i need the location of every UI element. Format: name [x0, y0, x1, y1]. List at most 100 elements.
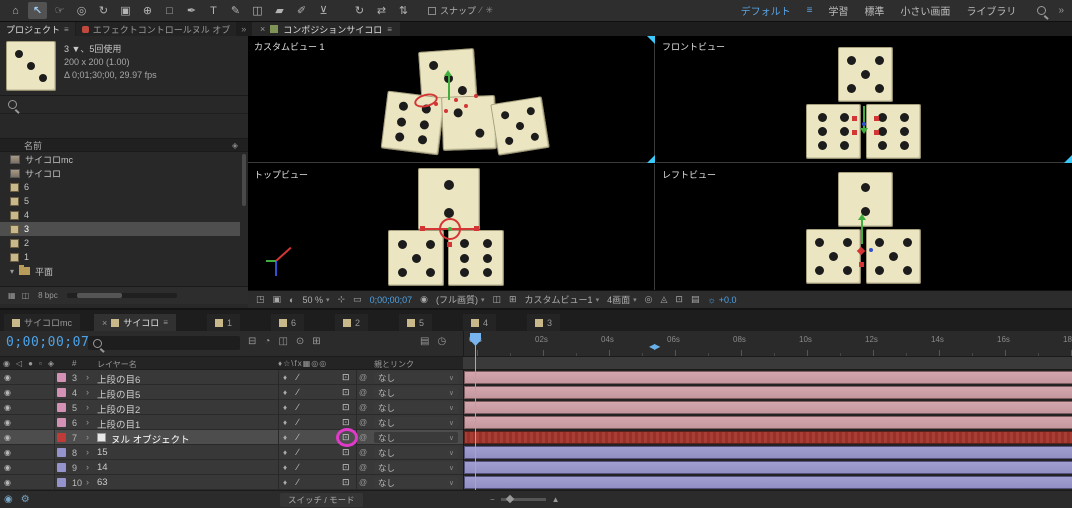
layer-name[interactable]: 上段の目1: [97, 417, 140, 431]
eraser-tool-button[interactable]: ▰: [270, 2, 289, 19]
project-list-header[interactable]: 名前 ◈: [0, 138, 248, 152]
visibility-eye-icon[interactable]: ◉: [4, 433, 11, 442]
home-tool-button[interactable]: ⌂: [6, 2, 25, 19]
layer-row[interactable]: ◉8›15♦∕⊡@なし∨: [0, 445, 463, 460]
pick-whip-icon[interactable]: @: [359, 388, 367, 397]
expand-layers-icon[interactable]: ◉: [4, 494, 13, 505]
panel-menu-icon[interactable]: ≡: [64, 25, 69, 34]
visibility-eye-icon[interactable]: ◉: [4, 373, 11, 382]
comp-tab[interactable]: 5: [399, 314, 432, 331]
layer-name[interactable]: 63: [97, 477, 108, 488]
pick-whip-icon[interactable]: @: [359, 403, 367, 412]
project-item[interactable]: 1: [0, 250, 240, 264]
expand-arrow-icon[interactable]: ›: [86, 372, 89, 382]
project-item[interactable]: 6: [0, 180, 240, 194]
quality-switch-icon[interactable]: ∕: [297, 372, 299, 382]
project-item[interactable]: 4: [0, 208, 240, 222]
shy-switch-icon[interactable]: ♦: [283, 463, 287, 472]
gizmo-handle[interactable]: [874, 130, 879, 135]
expand-arrow-icon[interactable]: ›: [86, 387, 89, 397]
zoom-in-icon[interactable]: ▲: [552, 495, 560, 504]
workspace-tab[interactable]: 小さい画面: [900, 3, 950, 18]
project-item[interactable]: 5: [0, 194, 240, 208]
three-d-switch-icon[interactable]: ⊡: [342, 447, 350, 458]
quality-switch-icon[interactable]: ∕: [297, 447, 299, 457]
hide-shy-icon[interactable]: ◫: [278, 336, 287, 347]
label-column-icon[interactable]: ◈: [48, 359, 54, 368]
gizmo-handle[interactable]: [859, 262, 864, 267]
timeline-search-field[interactable]: [88, 336, 240, 350]
layer-bars-area[interactable]: [463, 370, 1072, 490]
viewer-current-time[interactable]: 0;00;00;07: [370, 295, 413, 305]
zoom-out-icon[interactable]: −: [490, 495, 495, 504]
layer-name[interactable]: 上段の目2: [97, 402, 140, 416]
project-item[interactable]: 3: [0, 222, 240, 236]
expand-arrow-icon[interactable]: ›: [86, 402, 89, 412]
close-icon[interactable]: ×: [102, 318, 107, 328]
roto-brush-tool-button[interactable]: ✐: [292, 2, 311, 19]
three-d-switch-icon[interactable]: ⊡: [342, 387, 350, 398]
layer-color-swatch[interactable]: [57, 433, 66, 442]
orbit-camera-tool-button[interactable]: ↻: [350, 2, 369, 19]
work-area-bracket[interactable]: ◀▶: [649, 342, 659, 351]
comp-tab[interactable]: 6: [271, 314, 304, 331]
layer-name[interactable]: 14: [97, 462, 108, 473]
layer-row[interactable]: ◉10›63♦∕⊡@なし∨: [0, 475, 463, 490]
snap-option-1-icon[interactable]: ∕: [480, 5, 482, 16]
motion-blur-icon[interactable]: ⊞: [312, 336, 320, 347]
visibility-eye-icon[interactable]: ◉: [4, 388, 11, 397]
layer-row[interactable]: ◉6›上段の目1♦∕⊡@なし∨: [0, 415, 463, 430]
horizontal-scrollbar[interactable]: [67, 293, 177, 298]
layer-duration-bar[interactable]: [464, 416, 1072, 429]
view-select-dropdown[interactable]: カスタムビュー1▾: [525, 293, 600, 306]
three-d-switch-icon[interactable]: ⊡: [342, 462, 350, 473]
current-time-display[interactable]: 0;00;00;07: [6, 335, 89, 350]
search-icon[interactable]: [1037, 6, 1046, 15]
comp-tab[interactable]: ×サイコロ≡: [94, 314, 176, 331]
layer-name[interactable]: 15: [97, 447, 108, 458]
comp-tab[interactable]: 4: [463, 314, 496, 331]
quality-switch-icon[interactable]: ∕: [297, 402, 299, 412]
view-layout-dropdown[interactable]: 4画面▾: [607, 293, 637, 306]
workspace-overflow-icon[interactable]: »: [1058, 5, 1064, 16]
layer-duration-bar[interactable]: [464, 476, 1072, 489]
comp-tab[interactable]: サイコロmc: [4, 314, 80, 331]
main-display-icon[interactable]: ▣: [273, 294, 282, 305]
expand-arrow-icon[interactable]: ›: [86, 462, 89, 472]
layer-name[interactable]: ヌル オブジェクト: [111, 432, 190, 446]
shy-switch-icon[interactable]: ♦: [283, 418, 287, 427]
project-scrollbar[interactable]: [242, 154, 246, 206]
comp-tab[interactable]: 3: [527, 314, 560, 331]
comp-mini-flowchart-icon[interactable]: ⊟: [248, 336, 256, 347]
puppet-pin-tool-button[interactable]: ⊻: [314, 2, 333, 19]
channels-icon[interactable]: ◐: [289, 295, 294, 305]
graph-editor-icon[interactable]: ▤: [420, 336, 429, 347]
effect-controls-panel-tab[interactable]: エフェクトコントロールヌル オブ: [76, 22, 237, 36]
pick-whip-icon[interactable]: @: [359, 463, 367, 472]
shy-switch-icon[interactable]: ♦: [283, 388, 287, 397]
gizmo-handle[interactable]: [852, 130, 857, 135]
three-d-switch-icon[interactable]: ⊡: [342, 372, 350, 383]
disclosure-triangle-icon[interactable]: ▾: [10, 267, 14, 276]
pan-behind-tool-button[interactable]: ⊕: [138, 2, 157, 19]
flowchart-mini-icon[interactable]: ▤: [691, 294, 700, 305]
quality-switch-icon[interactable]: ∕: [297, 477, 299, 487]
composition-viewer[interactable]: カスタムビュー 1 フロントビュー: [248, 36, 1072, 290]
panel-menu-icon[interactable]: ≡: [387, 25, 392, 34]
switches-modes-toggle[interactable]: スイッチ / モード: [280, 493, 363, 507]
gizmo-handle[interactable]: [447, 242, 452, 247]
shy-switch-icon[interactable]: ♦: [283, 433, 287, 442]
layer-duration-bar[interactable]: [464, 431, 1072, 444]
expand-arrow-icon[interactable]: ›: [86, 447, 89, 457]
selection-tool-button[interactable]: ↖: [28, 2, 47, 19]
gizmo-handle[interactable]: [874, 116, 879, 121]
layer-color-swatch[interactable]: [57, 448, 66, 457]
parent-dropdown[interactable]: なし∨: [374, 432, 458, 443]
layer-duration-bar[interactable]: [464, 461, 1072, 474]
layer-name[interactable]: 上段の目5: [97, 387, 140, 401]
gear-icon[interactable]: ⚙: [21, 494, 30, 505]
pick-whip-icon[interactable]: @: [359, 433, 367, 442]
layer-duration-bar[interactable]: [464, 386, 1072, 399]
three-d-switch-icon[interactable]: ⊡: [342, 402, 350, 413]
shy-switch-icon[interactable]: ♦: [283, 403, 287, 412]
